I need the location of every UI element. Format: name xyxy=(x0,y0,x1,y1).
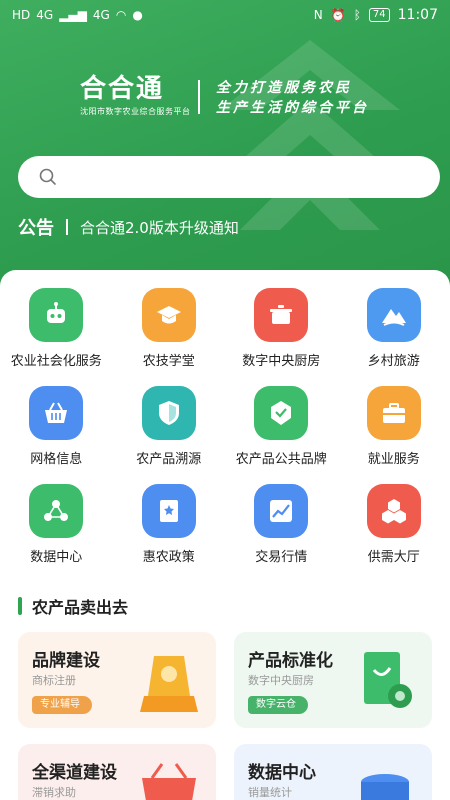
feature-card[interactable]: 全渠道建设 滞销求助 xyxy=(18,744,216,800)
search-bar[interactable] xyxy=(18,156,440,198)
trophy-icon xyxy=(134,646,204,718)
policy-book-icon xyxy=(141,484,196,538)
feature-card[interactable]: 数据中心 销量统计 xyxy=(234,744,432,800)
grid-item[interactable]: 农技学堂 xyxy=(113,288,226,386)
bluetooth-icon: ᛒ xyxy=(353,8,361,22)
hd-indicator: HD xyxy=(12,8,31,22)
grid-item[interactable]: 就业服务 xyxy=(338,386,450,484)
card-subtitle: 销量统计 xyxy=(248,786,292,799)
card-title: 产品标准化 xyxy=(248,651,333,671)
status-bar: HD 4G ▂▄▆ 4G ◠ ● N ⏰ ᛒ 74 11:07 xyxy=(0,0,450,30)
grid-item-label: 就业服务 xyxy=(367,452,420,467)
grid-item[interactable]: 网格信息 xyxy=(0,386,113,484)
grid-item-label: 惠农政策 xyxy=(142,550,195,565)
grid-row: 数据中心 惠农政策 交易行情 供需大厅 xyxy=(0,484,450,582)
briefcase-icon xyxy=(366,386,421,440)
wechat-icon: ● xyxy=(132,8,143,22)
hero-banner xyxy=(0,0,450,300)
grid-item[interactable]: 农业社会化服务 xyxy=(0,288,113,386)
grid-item[interactable]: 数据中心 xyxy=(0,484,113,582)
clock: 11:07 xyxy=(397,7,438,23)
brand-divider xyxy=(198,80,200,114)
grid-item-label: 农产品公共品牌 xyxy=(235,452,327,467)
search-input[interactable] xyxy=(66,169,406,185)
brand-subtitle: 沈阳市数字农业综合服务平台 xyxy=(80,107,191,116)
grid-item-label: 交易行情 xyxy=(255,550,308,565)
grid-item[interactable]: 惠农政策 xyxy=(113,484,226,582)
search-icon xyxy=(39,168,56,185)
brand-block: 合合通 沈阳市数字农业综合服务平台 xyxy=(80,74,191,117)
card-badge[interactable]: 专业辅导 xyxy=(32,696,92,714)
feature-card[interactable]: 产品标准化数字中央厨房数字云仓 xyxy=(234,632,432,728)
grid-item-label: 数据中心 xyxy=(30,550,83,565)
card-title: 全渠道建设 xyxy=(32,763,117,783)
notice-text[interactable]: 合合通2.0版本升级通知 xyxy=(80,217,239,238)
grid-item[interactable]: 农产品溯源 xyxy=(113,386,226,484)
grid-item-label: 网格信息 xyxy=(30,452,83,467)
grid-item-label: 数字中央厨房 xyxy=(242,354,321,369)
feature-card[interactable]: 品牌建设商标注册专业辅导 xyxy=(18,632,216,728)
mountain-icon xyxy=(366,288,421,342)
card-badge[interactable]: 数字云仓 xyxy=(248,696,308,714)
watermark-logo-icon xyxy=(220,40,400,230)
notice-divider xyxy=(66,219,68,235)
section-marker xyxy=(18,597,22,615)
certificate-icon xyxy=(350,646,420,718)
slogan: 全力打造服务农民 生产生活的综合平台 xyxy=(216,78,369,118)
grid-item[interactable]: 交易行情 xyxy=(225,484,338,582)
card-title: 品牌建设 xyxy=(32,651,100,671)
battery-indicator: 74 xyxy=(368,8,390,22)
grid-item-label: 农业社会化服务 xyxy=(10,354,102,369)
basket-icon xyxy=(134,758,204,800)
trend-chart-icon xyxy=(254,484,309,538)
notice-tag: 公告 xyxy=(18,218,54,239)
grid-item-label: 农技学堂 xyxy=(142,354,195,369)
grid-row: 网格信息 农产品溯源 农产品公共品牌 就业服务 xyxy=(0,386,450,484)
signal-bars-icon: ▂▄▆ xyxy=(59,8,87,22)
nfc-icon: N xyxy=(313,8,323,22)
grid-item-label: 乡村旅游 xyxy=(367,354,420,369)
hexagon-cluster-icon xyxy=(366,484,421,538)
grid-item[interactable]: 农产品公共品牌 xyxy=(225,386,338,484)
database-icon xyxy=(350,758,420,800)
grid-item-label: 供需大厅 xyxy=(367,550,420,565)
badge-icon xyxy=(254,386,309,440)
wifi-icon: ◠ xyxy=(115,8,127,22)
signal-indicator: 4G xyxy=(36,8,54,22)
slogan-line-2: 生产生活的综合平台 xyxy=(216,100,369,116)
slogan-line-1: 全力打造服务农民 xyxy=(216,80,352,96)
basket-icon xyxy=(29,386,84,440)
card-subtitle: 商标注册 xyxy=(32,674,76,687)
grid-item[interactable]: 供需大厅 xyxy=(338,484,450,582)
main-panel: 农业社会化服务 农技学堂 数字中央厨房 乡村旅游 网格信息 农产品溯源 农产品公共品牌 就业服… xyxy=(0,270,450,800)
signal-indicator-2: 4G xyxy=(92,8,110,22)
service-grid: 农业社会化服务 农技学堂 数字中央厨房 乡村旅游网格信息 农产品溯源 农产品公共品牌 就业服… xyxy=(0,288,450,582)
card-subtitle: 数字中央厨房 xyxy=(248,674,314,687)
share-nodes-icon xyxy=(29,484,84,538)
shield-icon xyxy=(141,386,196,440)
grid-item[interactable]: 数字中央厨房 xyxy=(225,288,338,386)
card-subtitle: 滞销求助 xyxy=(32,786,76,799)
card-title: 数据中心 xyxy=(248,763,316,783)
robot-icon xyxy=(29,288,84,342)
notice-bar[interactable]: 公告 合合通2.0版本升级通知 xyxy=(18,214,239,240)
section-header: 农产品卖出去 xyxy=(18,594,128,618)
section-title: 农产品卖出去 xyxy=(32,598,129,617)
grid-row: 农业社会化服务 农技学堂 数字中央厨房 乡村旅游 xyxy=(0,288,450,386)
grid-item-label: 农产品溯源 xyxy=(136,452,202,467)
pot-icon xyxy=(254,288,309,342)
alarm-icon: ⏰ xyxy=(330,8,346,22)
graduation-cap-icon xyxy=(141,288,196,342)
grid-item[interactable]: 乡村旅游 xyxy=(338,288,450,386)
brand-title: 合合通 xyxy=(80,74,165,104)
